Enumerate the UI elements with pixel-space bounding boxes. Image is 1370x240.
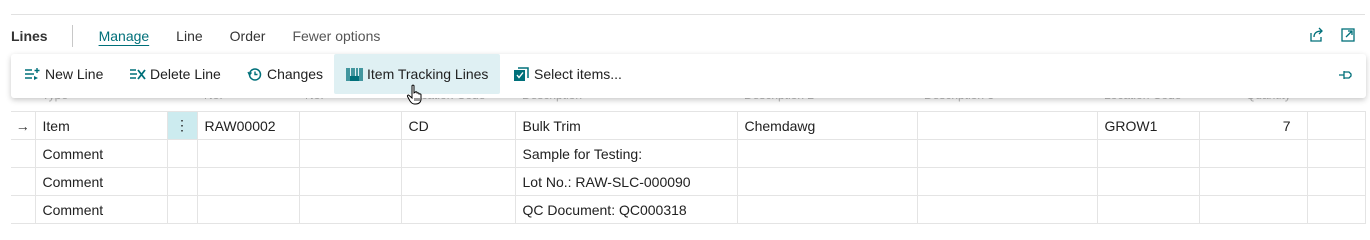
header-divider	[71, 25, 73, 47]
pin-icon[interactable]	[1338, 68, 1354, 82]
cell-description-3[interactable]	[917, 111, 1098, 140]
history-icon	[247, 67, 262, 81]
lines-part-header: Lines Manage Line Order Fewer options	[11, 22, 407, 50]
cell-description[interactable]: Bulk Trim	[515, 111, 738, 140]
part-title: Lines	[11, 28, 48, 44]
cell-type[interactable]: Comment	[35, 167, 168, 196]
hand-pointer-icon	[406, 84, 422, 105]
cell-quantity[interactable]	[1199, 195, 1308, 224]
cell-description-2[interactable]	[737, 195, 918, 224]
cell-location[interactable]	[1097, 167, 1200, 196]
cell-no[interactable]	[197, 139, 300, 168]
row-actions-cell[interactable]	[167, 195, 198, 224]
cell-quantity[interactable]	[1199, 139, 1308, 168]
table-row[interactable]: Comment Sample for Testing:	[11, 139, 1366, 168]
row-marker	[11, 167, 36, 196]
cell-code[interactable]	[401, 195, 516, 224]
cell-description-2[interactable]	[737, 167, 918, 196]
lines-grid: → Item ⋮ RAW00002 CD Bulk Trim Chemdawg …	[11, 111, 1366, 224]
cell-quantity[interactable]	[1199, 167, 1308, 196]
tab-line[interactable]: Line	[176, 28, 202, 44]
select-items-button[interactable]: Select items...	[513, 54, 622, 94]
table-row[interactable]: → Item ⋮ RAW00002 CD Bulk Trim Chemdawg …	[11, 111, 1366, 140]
select-items-icon	[514, 66, 529, 81]
cell-type[interactable]: Comment	[35, 139, 168, 168]
cell-description[interactable]: Sample for Testing:	[515, 139, 738, 168]
row-marker	[11, 195, 36, 224]
cell-no2[interactable]	[299, 195, 402, 224]
new-line-label: New Line	[45, 66, 104, 82]
table-row[interactable]: Comment QC Document: QC000318	[11, 195, 1366, 224]
cell-description[interactable]: Lot No.: RAW-SLC-000090	[515, 167, 738, 196]
changes-label: Changes	[267, 66, 324, 82]
cell-description-2[interactable]	[737, 139, 918, 168]
cell-description-2[interactable]: Chemdawg	[737, 111, 918, 140]
cell-description-3[interactable]	[917, 167, 1098, 196]
cell-no[interactable]	[197, 195, 300, 224]
new-line-icon	[25, 67, 40, 80]
table-row[interactable]: Comment Lot No.: RAW-SLC-000090	[11, 167, 1366, 196]
current-row-arrow-icon: →	[11, 111, 36, 140]
changes-button[interactable]: Changes	[246, 54, 323, 94]
delete-line-label: Delete Line	[150, 66, 221, 82]
tab-manage[interactable]: Manage	[99, 28, 150, 44]
cell-location[interactable]	[1097, 139, 1200, 168]
share-icon[interactable]	[1308, 27, 1324, 43]
part-header-icons	[1308, 27, 1356, 43]
tab-order[interactable]: Order	[230, 28, 266, 44]
cell-location[interactable]: GROW1	[1097, 111, 1200, 140]
cell-description[interactable]: QC Document: QC000318	[515, 195, 738, 224]
cell-extra[interactable]	[1307, 167, 1366, 196]
cell-code[interactable]	[401, 139, 516, 168]
cell-location[interactable]	[1097, 195, 1200, 224]
item-tracking-lines-label: Item Tracking Lines	[367, 66, 489, 82]
cell-type[interactable]: Comment	[35, 195, 168, 224]
barcode-icon	[346, 67, 363, 81]
top-divider	[11, 14, 1365, 15]
cell-quantity[interactable]: 7	[1199, 111, 1308, 140]
cell-code[interactable]: CD	[401, 111, 516, 140]
row-actions-cell[interactable]	[167, 139, 198, 168]
cell-no[interactable]: RAW00002	[197, 111, 300, 140]
row-actions-menu-icon[interactable]: ⋮	[167, 111, 198, 140]
new-line-button[interactable]: New Line	[24, 54, 103, 94]
cell-description-3[interactable]	[917, 139, 1098, 168]
expand-icon[interactable]	[1340, 27, 1356, 43]
delete-line-icon	[130, 68, 146, 80]
cell-no2[interactable]	[299, 167, 402, 196]
delete-line-button[interactable]: Delete Line	[129, 54, 221, 94]
row-actions-cell[interactable]	[167, 167, 198, 196]
cell-type[interactable]: Item	[35, 111, 168, 140]
select-items-label: Select items...	[534, 66, 622, 82]
cell-no2[interactable]	[299, 111, 402, 140]
cell-no2[interactable]	[299, 139, 402, 168]
fewer-options-button[interactable]: Fewer options	[292, 28, 380, 44]
cell-extra[interactable]	[1307, 139, 1366, 168]
cell-description-3[interactable]	[917, 195, 1098, 224]
cell-extra[interactable]	[1307, 195, 1366, 224]
cell-extra[interactable]	[1307, 111, 1366, 140]
row-marker	[11, 139, 36, 168]
action-bar: New Line Delete Line Changes Item Tracki…	[11, 54, 1366, 98]
cell-code[interactable]	[401, 167, 516, 196]
cell-no[interactable]	[197, 167, 300, 196]
